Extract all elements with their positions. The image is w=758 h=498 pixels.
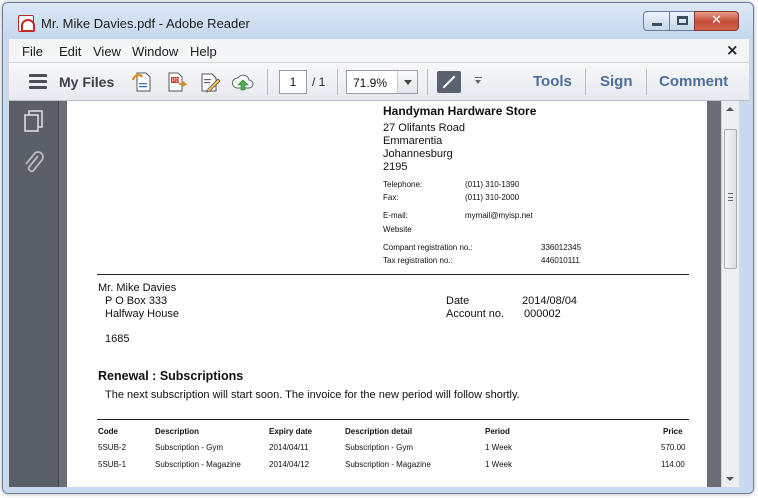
vertical-scrollbar[interactable] [721, 101, 739, 487]
table-cell: 114.00 [661, 460, 685, 469]
menu-edit[interactable]: Edit [59, 44, 81, 59]
table-cell: 1 Week [485, 443, 512, 452]
tools-button[interactable]: Tools [533, 73, 572, 90]
toolbar-separator [337, 69, 338, 95]
website-label: Website [383, 225, 412, 234]
table-header-period: Period [485, 427, 510, 436]
scroll-up-icon[interactable] [722, 101, 739, 118]
store-address-line: Johannesburg [383, 148, 453, 160]
menu-window[interactable]: Window [132, 44, 178, 59]
minimize-icon [652, 23, 662, 26]
customer-address-line: Halfway House [105, 308, 179, 320]
export-pdf-icon[interactable]: PDF [166, 71, 188, 93]
menu-file[interactable]: File [22, 44, 43, 59]
navigation-panel [9, 101, 59, 487]
upload-cloud-icon[interactable] [231, 71, 254, 93]
customer-address-line: P O Box 333 [105, 295, 168, 307]
table-header-description: Description [155, 427, 200, 436]
customer-postcode: 1685 [105, 333, 130, 345]
toolbar-separator [585, 69, 586, 95]
table-header-price: Price [663, 427, 683, 436]
page-number-input[interactable]: 1 [279, 70, 307, 94]
table-cell: 2014/04/12 [269, 460, 310, 469]
toolbar-overflow-icon[interactable] [475, 77, 482, 85]
telephone-value: (011) 310-1390 [465, 180, 520, 189]
table-cell: 570.00 [661, 443, 686, 452]
create-pdf-icon[interactable] [131, 71, 153, 93]
toolbar-separator [427, 69, 428, 95]
grip-icon [728, 193, 733, 201]
minimize-button[interactable] [643, 11, 670, 31]
table-cell: 5SUB-2 [98, 443, 127, 452]
store-address-line: 2195 [383, 161, 408, 173]
store-name: Handyman Hardware Store [383, 104, 537, 118]
attachment-icon[interactable] [23, 151, 45, 175]
company-reg-value: 336012345 [541, 243, 582, 252]
title-bar: Mr. Mike Davies.pdf - Adobe Reader ✕ [3, 3, 753, 39]
email-label: E-mail: [383, 211, 408, 220]
table-header-expiry: Expiry date [269, 427, 313, 436]
account-value: 000002 [524, 308, 561, 320]
scroll-down-icon[interactable] [722, 470, 739, 487]
date-label: Date [446, 295, 470, 307]
store-address-line: 27 Olifants Road [383, 122, 465, 134]
maximize-icon [677, 16, 688, 25]
toolbar-separator [267, 69, 268, 95]
table-header-detail: Description detail [345, 427, 413, 436]
table-cell: Subscription - Gym [155, 443, 224, 452]
maximize-button[interactable] [669, 11, 695, 31]
close-window-button[interactable]: ✕ [694, 11, 739, 31]
document-message: The next subscription will start soon. T… [105, 389, 520, 401]
header-divider [97, 274, 689, 275]
document-viewport[interactable]: Handyman Hardware Store 27 Olifants Road… [59, 101, 721, 487]
pdf-page: Handyman Hardware Store 27 Olifants Road… [67, 101, 707, 487]
table-cell: Subscription - Gym [345, 443, 414, 452]
tax-reg-value: 446010111 [541, 256, 580, 265]
fax-value: (011) 310-2000 [465, 193, 520, 202]
window-frame-bottom [3, 487, 753, 493]
comment-button[interactable]: Comment [659, 73, 728, 90]
table-cell: 5SUB-1 [98, 460, 127, 469]
telephone-label: Telephone: [383, 180, 423, 189]
close-document-button[interactable]: × [726, 41, 739, 59]
fax-label: Fax: [383, 193, 399, 202]
table-cell: 1 Week [485, 460, 512, 469]
adobe-reader-window: Mr. Mike Davies.pdf - Adobe Reader ✕ Fil… [2, 2, 754, 494]
tax-reg-label: Tax registration no.: [383, 256, 453, 265]
menu-view[interactable]: View [93, 44, 121, 59]
date-value: 2014/08/04 [522, 295, 578, 307]
fill-sign-icon[interactable] [199, 71, 221, 93]
table-cell: 2014/04/11 [269, 443, 309, 452]
account-label: Account no. [446, 308, 505, 320]
customer-name: Mr. Mike Davies [98, 282, 177, 294]
window-frame-right [739, 101, 749, 487]
my-files-button[interactable]: My Files [59, 74, 114, 90]
document-heading: Renewal : Subscriptions [98, 369, 244, 383]
toolbar-separator [646, 69, 647, 95]
zoom-value: 71.9% [353, 76, 388, 90]
store-address-line: Emmarentia [383, 135, 443, 147]
fit-page-icon[interactable] [437, 71, 461, 93]
close-icon: ✕ [711, 13, 722, 28]
email-value: mymail@myisp.net [465, 211, 533, 220]
company-reg-label: Compant registration no.: [383, 243, 473, 252]
table-cell: Subscription - Magazine [155, 460, 241, 469]
sign-button[interactable]: Sign [600, 73, 633, 90]
window-title: Mr. Mike Davies.pdf - Adobe Reader [41, 16, 250, 31]
table-header-code: Code [98, 427, 118, 436]
table-top-divider [97, 419, 689, 420]
menu-bar: File Edit View Window Help × [9, 39, 749, 63]
pdf-app-icon [18, 15, 35, 32]
pages-icon[interactable] [23, 109, 45, 133]
scroll-thumb[interactable] [724, 129, 737, 269]
chevron-down-icon[interactable] [397, 71, 417, 93]
page-total-label: / 1 [312, 75, 326, 89]
toolbar: My Files PDF 1 / 1 71.9% Tools Sign Comm… [9, 63, 749, 101]
menu-help[interactable]: Help [190, 44, 217, 59]
hamburger-menu-icon[interactable] [29, 74, 47, 89]
table-cell: Subscription - Magazine [345, 460, 431, 469]
zoom-select[interactable]: 71.9% [346, 70, 418, 94]
